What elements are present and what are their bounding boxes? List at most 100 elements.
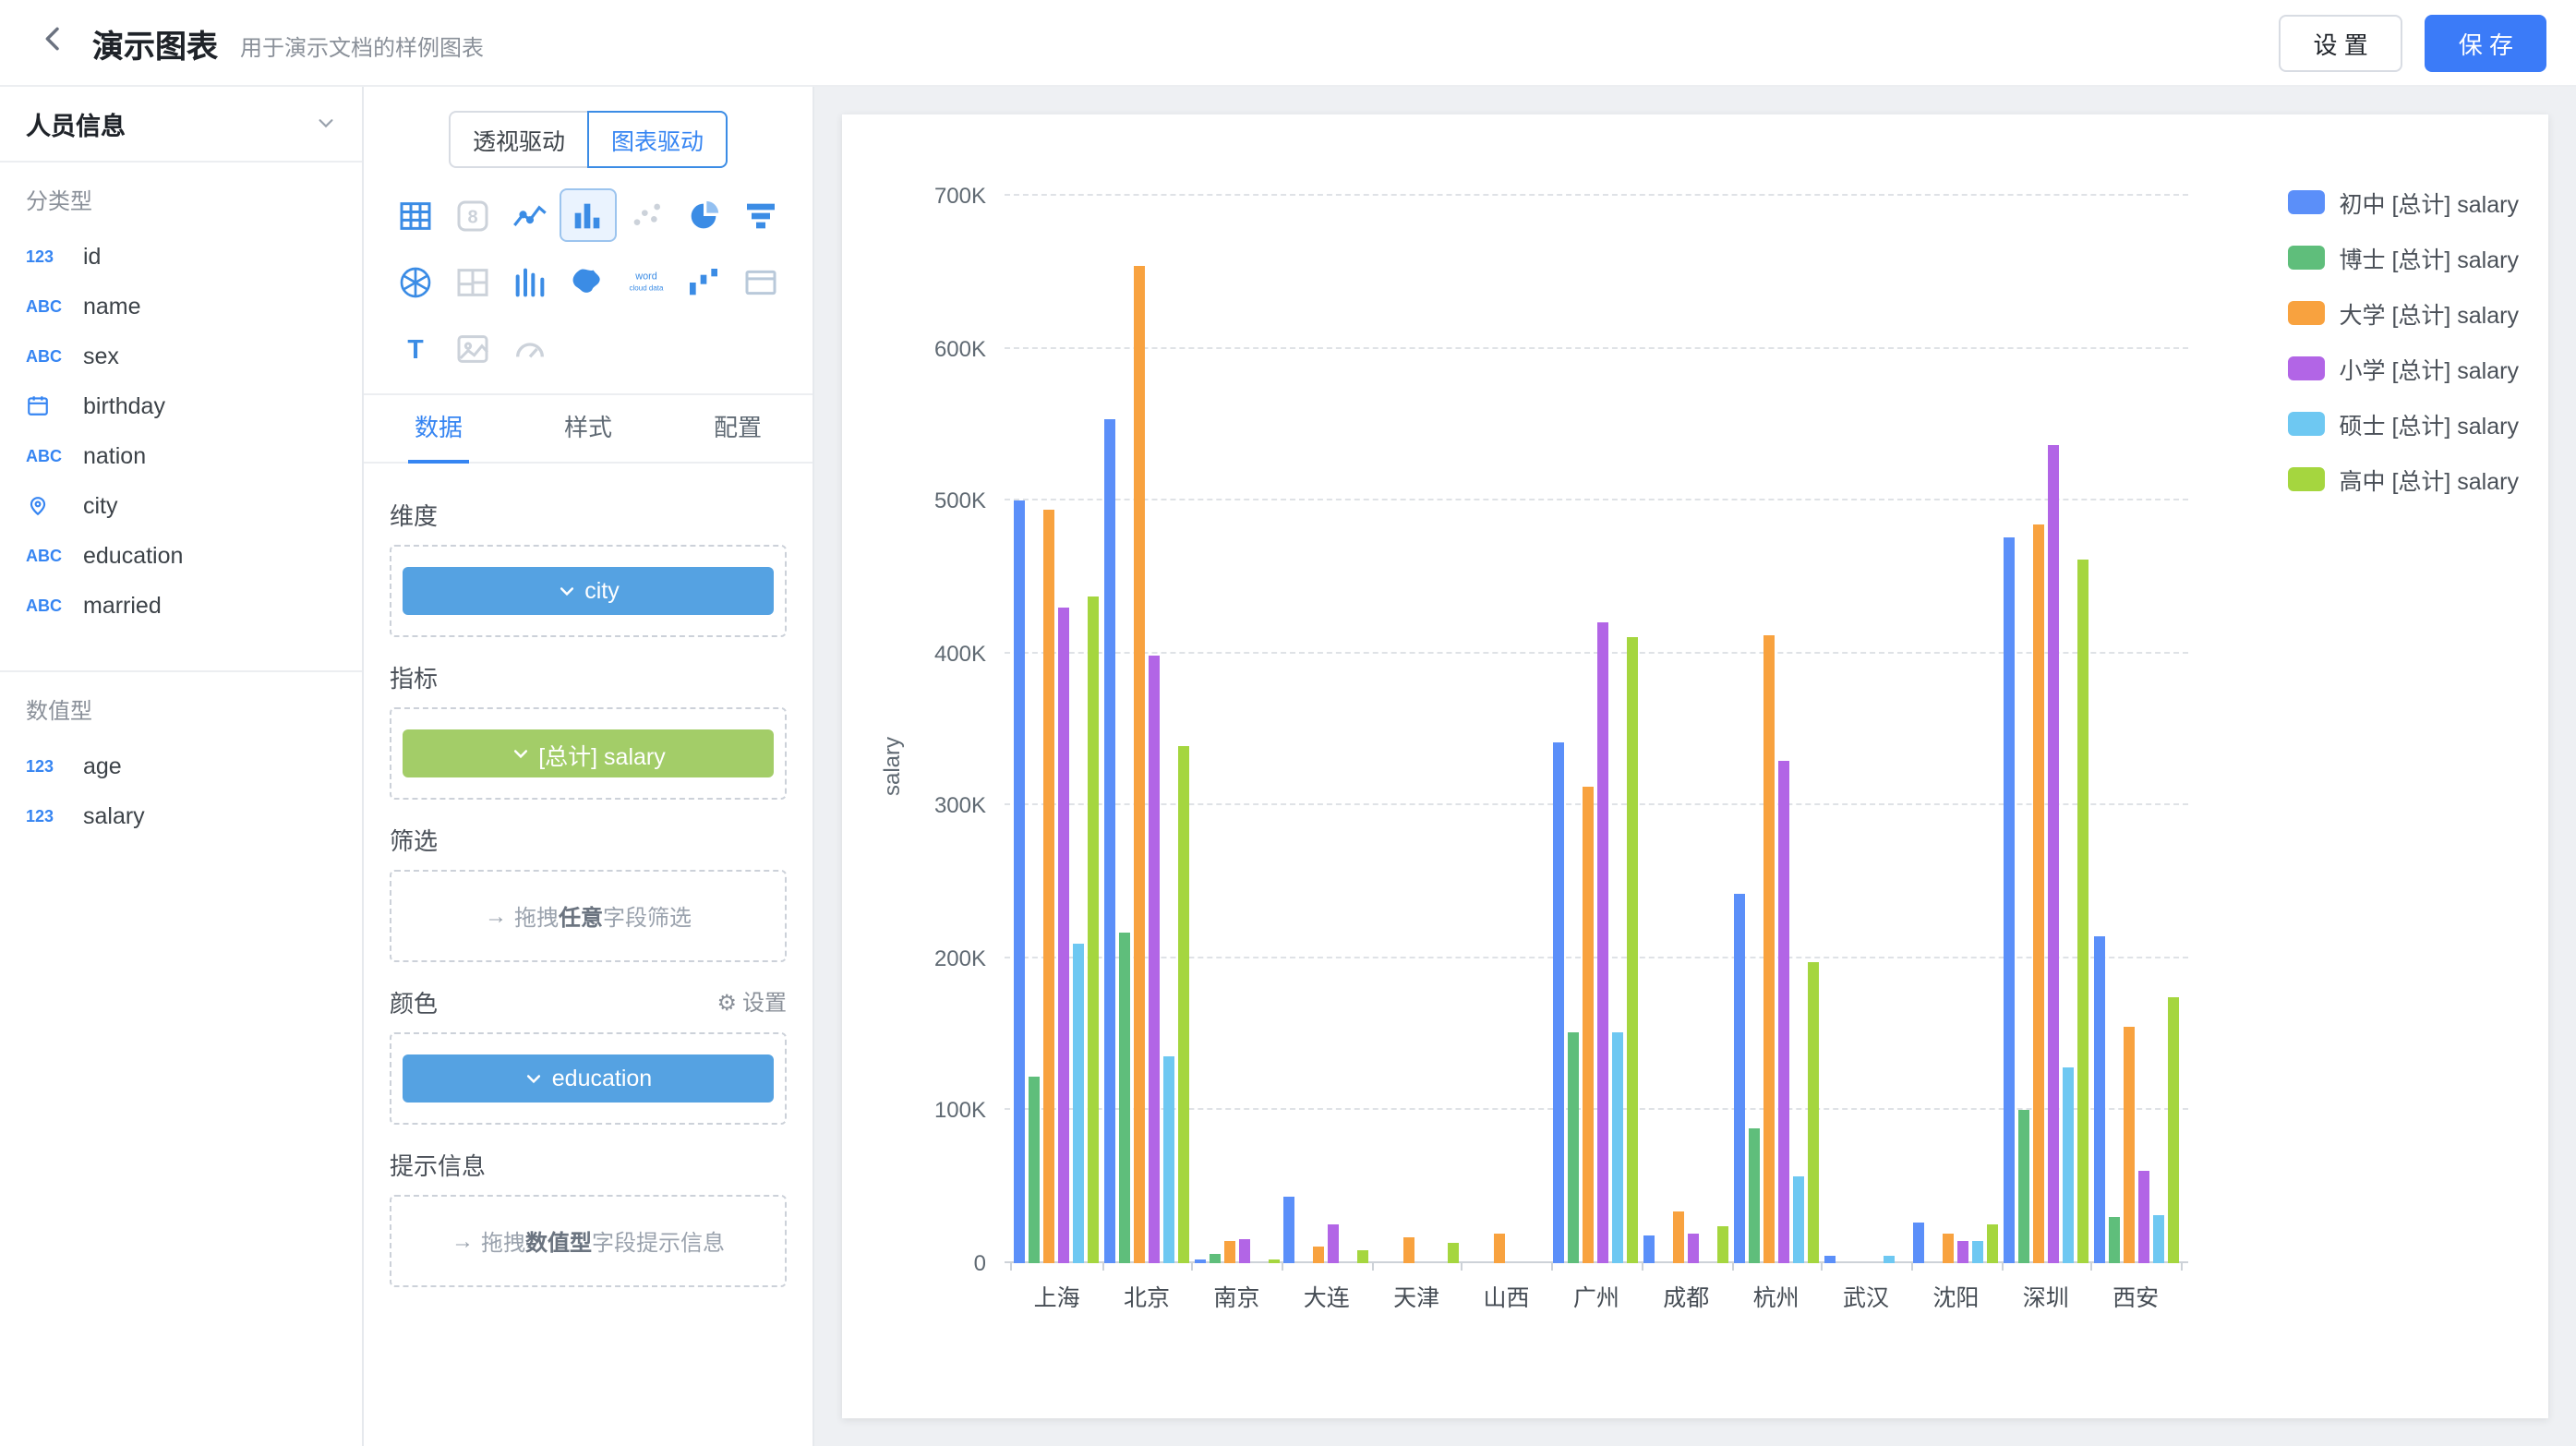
bar[interactable] — [1643, 1235, 1655, 1263]
bar[interactable] — [2093, 937, 2104, 1263]
chart-type-bar-icon[interactable] — [560, 188, 617, 242]
bar[interactable] — [1149, 655, 1160, 1263]
chart-type-table-icon[interactable] — [386, 188, 443, 242]
bar[interactable] — [1613, 1033, 1624, 1263]
bar[interactable] — [1314, 1247, 1325, 1263]
bar[interactable] — [2152, 1216, 2163, 1263]
bar[interactable] — [1717, 1226, 1728, 1263]
bar[interactable] — [1554, 743, 1565, 1263]
field-item-salary[interactable]: 123salary — [0, 790, 362, 840]
bar[interactable] — [1883, 1256, 1894, 1263]
filter-drop-area[interactable]: → 拖拽任意字段筛选 — [390, 870, 787, 962]
mode-tab-chart[interactable]: 图表驱动 — [587, 111, 728, 168]
field-item-name[interactable]: ABCname — [0, 281, 362, 331]
bar[interactable] — [1074, 945, 1085, 1263]
bar[interactable] — [1628, 638, 1639, 1263]
measure-drop-area[interactable]: [总计] salary — [390, 707, 787, 800]
bar[interactable] — [1268, 1260, 1279, 1263]
chip-[总计] salary[interactable]: [总计] salary — [403, 729, 774, 777]
chart-type-parallel-icon[interactable] — [501, 255, 559, 308]
bar[interactable] — [1793, 1176, 1804, 1263]
field-item-married[interactable]: ABCmarried — [0, 580, 362, 630]
bar[interactable] — [1972, 1240, 1983, 1263]
bar[interactable] — [1059, 608, 1070, 1263]
bar[interactable] — [1749, 1127, 1760, 1263]
chart-type-number-card-icon[interactable]: 8 — [444, 188, 501, 242]
config-tab-数据[interactable]: 数据 — [364, 395, 513, 462]
bar[interactable] — [1238, 1239, 1249, 1263]
bar[interactable] — [1808, 961, 1819, 1263]
chart-type-line-icon[interactable] — [501, 188, 559, 242]
field-item-education[interactable]: ABCeducation — [0, 530, 362, 580]
bar[interactable] — [1598, 622, 1609, 1263]
config-tab-样式[interactable]: 样式 — [513, 395, 663, 462]
legend-item[interactable]: 初中 [总计] salary — [2288, 185, 2520, 220]
field-item-sex[interactable]: ABCsex — [0, 331, 362, 380]
chart-type-text-icon[interactable]: T — [386, 321, 443, 375]
chart-type-image-icon[interactable] — [444, 321, 501, 375]
bar[interactable] — [1194, 1260, 1205, 1263]
legend-item[interactable]: 小学 [总计] salary — [2288, 351, 2520, 386]
bar[interactable] — [1957, 1242, 1968, 1263]
chart-type-pie-icon[interactable] — [675, 188, 732, 242]
tooltip-drop-area[interactable]: → 拖拽数值型字段提示信息 — [390, 1195, 787, 1287]
bar[interactable] — [1284, 1196, 1295, 1263]
bar[interactable] — [1583, 786, 1595, 1263]
color-drop-area[interactable]: education — [390, 1032, 787, 1125]
bar[interactable] — [1448, 1244, 1459, 1263]
legend-item[interactable]: 高中 [总计] salary — [2288, 462, 2520, 497]
field-item-city[interactable]: city — [0, 480, 362, 530]
config-tab-配置[interactable]: 配置 — [663, 395, 813, 462]
color-settings-link[interactable]: ⚙ 设置 — [716, 986, 787, 1018]
bar[interactable] — [1763, 635, 1775, 1263]
chart-type-waterfall-icon[interactable] — [675, 255, 732, 308]
legend-item[interactable]: 大学 [总计] salary — [2288, 295, 2520, 331]
save-button[interactable]: 保 存 — [2426, 14, 2546, 71]
bar[interactable] — [2123, 1027, 2134, 1263]
chip-education[interactable]: education — [403, 1054, 774, 1103]
chart-type-wordcloud-icon[interactable]: wordcloud data — [618, 255, 675, 308]
dataset-selector[interactable]: 人员信息 — [0, 87, 362, 163]
back-button[interactable] — [30, 18, 78, 66]
bar[interactable] — [2004, 537, 2015, 1263]
bar[interactable] — [1044, 510, 1055, 1263]
bar[interactable] — [1134, 266, 1145, 1263]
bar[interactable] — [1943, 1233, 1954, 1263]
bar[interactable] — [1734, 894, 1745, 1263]
bar[interactable] — [1569, 1033, 1580, 1263]
field-item-nation[interactable]: ABCnation — [0, 430, 362, 480]
field-item-age[interactable]: 123age — [0, 741, 362, 790]
chart-type-radar-icon[interactable] — [386, 255, 443, 308]
field-item-id[interactable]: 123id — [0, 231, 362, 281]
bar[interactable] — [1015, 500, 1026, 1263]
bar[interactable] — [1673, 1211, 1684, 1263]
bar[interactable] — [1209, 1254, 1220, 1263]
bar[interactable] — [1178, 746, 1189, 1263]
bar[interactable] — [1089, 596, 1100, 1263]
bar[interactable] — [1494, 1233, 1505, 1263]
settings-button[interactable]: 设 置 — [2279, 14, 2403, 71]
bar[interactable] — [1778, 760, 1789, 1263]
bar[interactable] — [2108, 1217, 2119, 1263]
bar[interactable] — [1824, 1256, 1835, 1263]
bar[interactable] — [1987, 1225, 1998, 1263]
bar[interactable] — [2167, 998, 2178, 1263]
chart-type-map-icon[interactable] — [560, 255, 617, 308]
chart-type-treemap-icon[interactable] — [444, 255, 501, 308]
bar[interactable] — [1163, 1055, 1174, 1263]
bar[interactable] — [1688, 1233, 1699, 1263]
bar[interactable] — [1104, 420, 1115, 1263]
bar[interactable] — [2077, 560, 2088, 1263]
dimension-drop-area[interactable]: city — [390, 545, 787, 637]
chart-type-funnel-icon[interactable] — [733, 188, 790, 242]
bar[interactable] — [1119, 933, 1130, 1263]
chart-type-scatter-icon[interactable] — [618, 188, 675, 242]
bar[interactable] — [2063, 1068, 2074, 1263]
bar[interactable] — [2018, 1109, 2029, 1263]
bar[interactable] — [2137, 1170, 2149, 1263]
chart-type-frame-icon[interactable] — [733, 255, 790, 308]
bar[interactable] — [2033, 525, 2044, 1263]
bar[interactable] — [1029, 1078, 1041, 1263]
bar[interactable] — [1223, 1242, 1234, 1263]
mode-tab-pivot[interactable]: 透视驱动 — [449, 111, 589, 168]
